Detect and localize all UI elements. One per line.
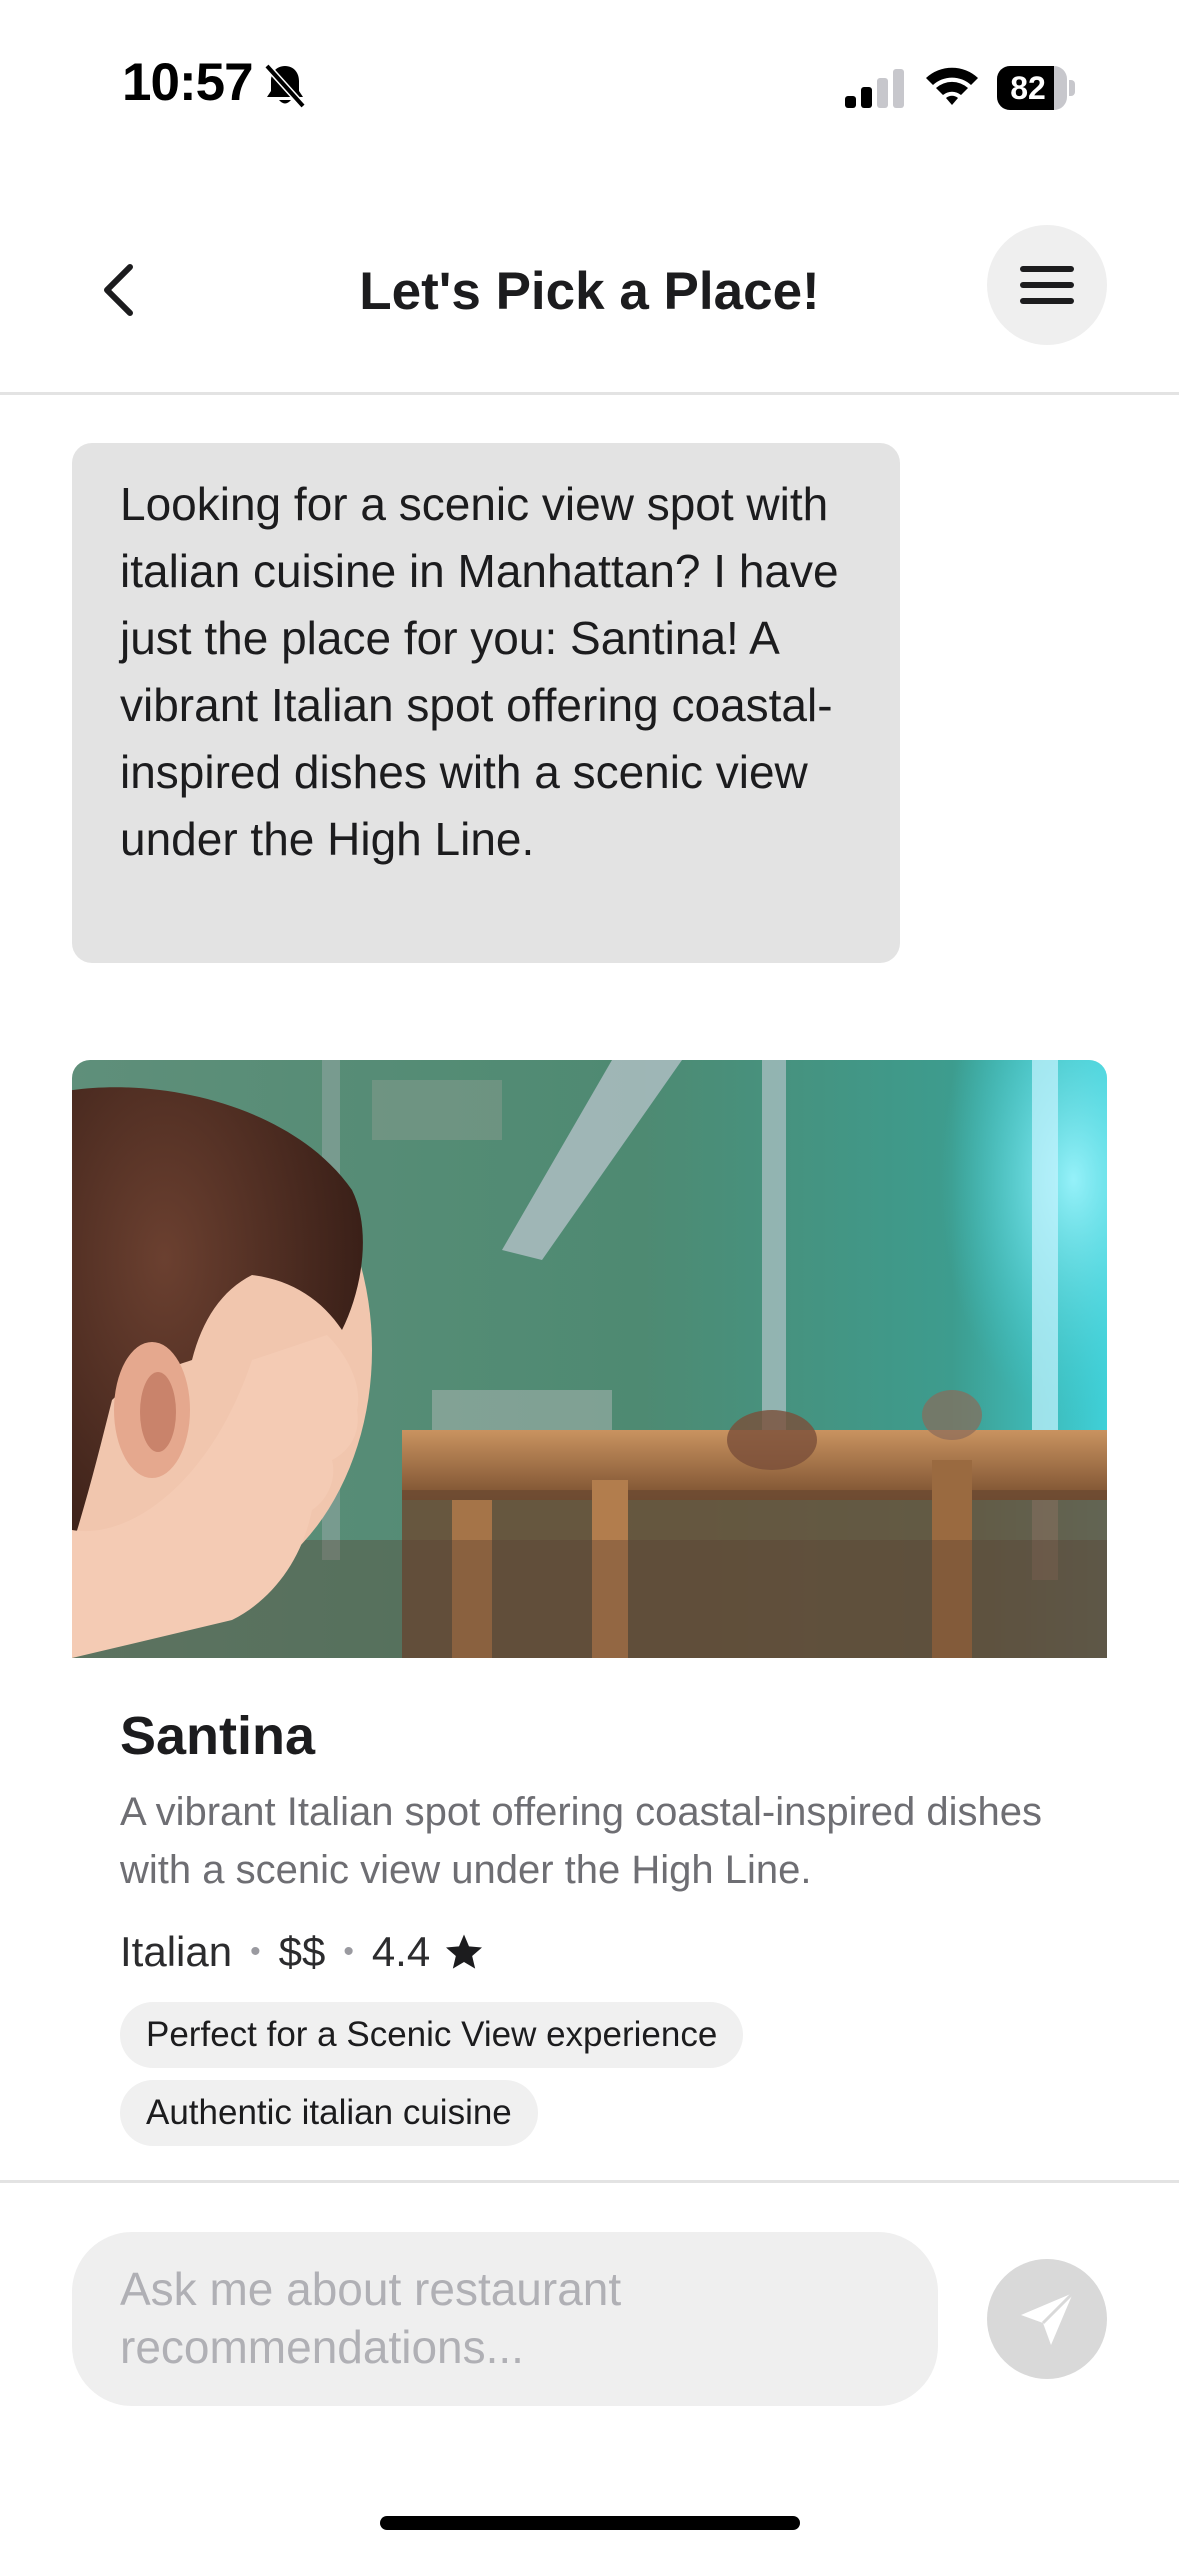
restaurant-photo[interactable]	[72, 1060, 1107, 1658]
nav-header: Let's Pick a Place!	[0, 200, 1179, 395]
menu-button[interactable]	[987, 225, 1107, 345]
wifi-icon	[926, 67, 978, 105]
composer-divider	[0, 2180, 1179, 2183]
assistant-message-bubble: Looking for a scenic view spot with ital…	[72, 443, 900, 963]
separator-dot: •	[343, 1935, 354, 1968]
restaurant-name[interactable]: Santina	[120, 1705, 315, 1767]
restaurant-photo-illustration	[72, 1060, 1107, 1658]
price-label: $$	[278, 1928, 326, 1975]
battery-icon: 82	[997, 66, 1075, 110]
paper-plane-icon	[1021, 2291, 1075, 2345]
restaurant-meta: Italian • $$ • 4.4	[120, 1922, 484, 1982]
cuisine-label: Italian	[120, 1928, 233, 1975]
restaurant-description: A vibrant Italian spot offering coastal-…	[120, 1790, 1043, 1892]
tag-scenic-view: Perfect for a Scenic View experience	[120, 2002, 744, 2068]
home-indicator	[380, 2516, 800, 2530]
separator-dot: •	[250, 1935, 261, 1968]
battery-level: 82	[1010, 70, 1046, 106]
star-icon	[446, 1934, 483, 1969]
cellular-signal-icon	[845, 69, 904, 108]
hamburger-menu-icon	[1020, 266, 1074, 304]
rating-label: 4.4	[371, 1928, 431, 1975]
send-button[interactable]	[987, 2259, 1107, 2379]
chat-input[interactable]: Ask me about restaurant recommendations.…	[72, 2232, 938, 2406]
tag-italian-cuisine: Authentic italian cuisine	[120, 2080, 538, 2146]
status-bar: 10:57 82	[0, 0, 1179, 170]
status-time: 10:57	[122, 53, 254, 112]
bell-slash-icon	[264, 63, 306, 109]
app-screen: 10:57 82 Let's Pick a Place! Looking for…	[0, 0, 1179, 2556]
